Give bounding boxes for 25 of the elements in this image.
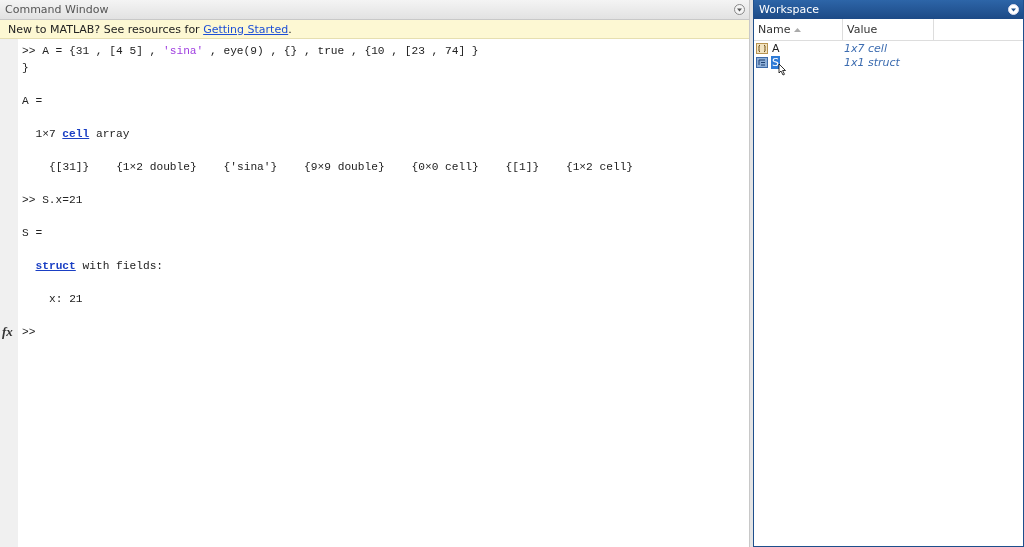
console-line: struct with fields: xyxy=(35,258,164,274)
mouse-cursor-icon xyxy=(778,62,787,76)
panel-title: Workspace xyxy=(759,3,820,16)
info-message: New to MATLAB? See resources for Getting Started. xyxy=(8,22,292,36)
cell-array-icon xyxy=(756,42,768,54)
console-line: A = xyxy=(22,93,43,109)
column-header[interactable]: Name xyxy=(754,19,843,40)
console-line: {[31]} {1×2 double} {'sina'} {9×9 double} {0×0 cell} {[1]} {1×2 cell} xyxy=(49,159,634,175)
variable-value: 1x1 struct xyxy=(844,55,900,69)
sort-icon xyxy=(794,27,802,32)
column-header[interactable]: Value xyxy=(843,19,934,40)
command-prompt[interactable]: >> xyxy=(22,323,36,340)
function-browser-icon[interactable]: fx xyxy=(2,323,13,340)
panel-menu-icon[interactable] xyxy=(734,4,745,15)
console-line: 1×7 cell array xyxy=(35,126,130,142)
variable-value: 1x7 cell xyxy=(844,41,887,55)
console-line: S = xyxy=(22,225,43,241)
console-line: x: 21 xyxy=(49,291,83,307)
console-line: >> A = {31 , [4 5] , 'sina' , eye(9) , {} , true , {10 , [23 , 74] } xyxy=(22,44,479,59)
variable-name[interactable]: A xyxy=(771,41,781,55)
console-line: >> S.x=21 xyxy=(22,192,83,208)
variable-name[interactable]: S xyxy=(771,55,780,69)
panel-title: Command Window xyxy=(5,3,109,16)
console-line: } xyxy=(22,60,29,76)
struct-icon xyxy=(756,56,768,68)
